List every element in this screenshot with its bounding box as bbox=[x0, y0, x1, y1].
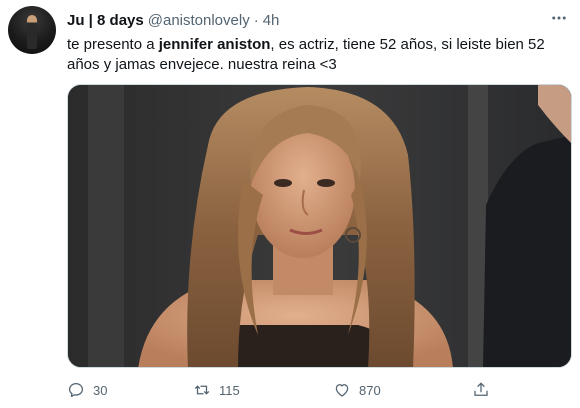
tweet-text: te presento a jennifer aniston, es actri… bbox=[67, 35, 572, 75]
reply-icon bbox=[68, 382, 84, 398]
user-handle[interactable]: @anistonlovely bbox=[148, 12, 250, 29]
tweet-header: Ju | 8 days @anistonlovely · 4h bbox=[67, 10, 279, 30]
tweet-text-part1: te presento a bbox=[67, 36, 159, 53]
retweet-icon bbox=[194, 385, 210, 395]
tweet-photo[interactable] bbox=[67, 84, 572, 368]
reply-button[interactable]: 30 bbox=[67, 378, 107, 402]
tweet[interactable]: Ju | 8 days @anistonlovely · 4h te prese… bbox=[0, 0, 580, 408]
reply-count: 30 bbox=[93, 382, 108, 398]
avatar-figure bbox=[27, 15, 37, 49]
share-button[interactable] bbox=[472, 378, 490, 402]
heart-icon bbox=[335, 384, 349, 397]
photo-image bbox=[68, 85, 571, 367]
like-count: 870 bbox=[359, 382, 381, 398]
retweet-button[interactable]: 115 bbox=[193, 378, 240, 402]
tweet-text-bold-name[interactable]: jennifer aniston bbox=[159, 36, 271, 53]
separator-dot: · bbox=[253, 11, 259, 29]
retweet-count: 115 bbox=[219, 382, 240, 398]
avatar[interactable] bbox=[8, 6, 56, 54]
more-dots-graphic bbox=[552, 16, 566, 20]
like-button[interactable]: 870 bbox=[333, 378, 381, 402]
more-horizontal-icon[interactable] bbox=[548, 10, 570, 26]
action-bar: 30 115 870 bbox=[0, 378, 580, 402]
timestamp[interactable]: 4h bbox=[263, 12, 280, 29]
display-name[interactable]: Ju | 8 days bbox=[67, 12, 144, 29]
share-icon bbox=[474, 382, 488, 396]
